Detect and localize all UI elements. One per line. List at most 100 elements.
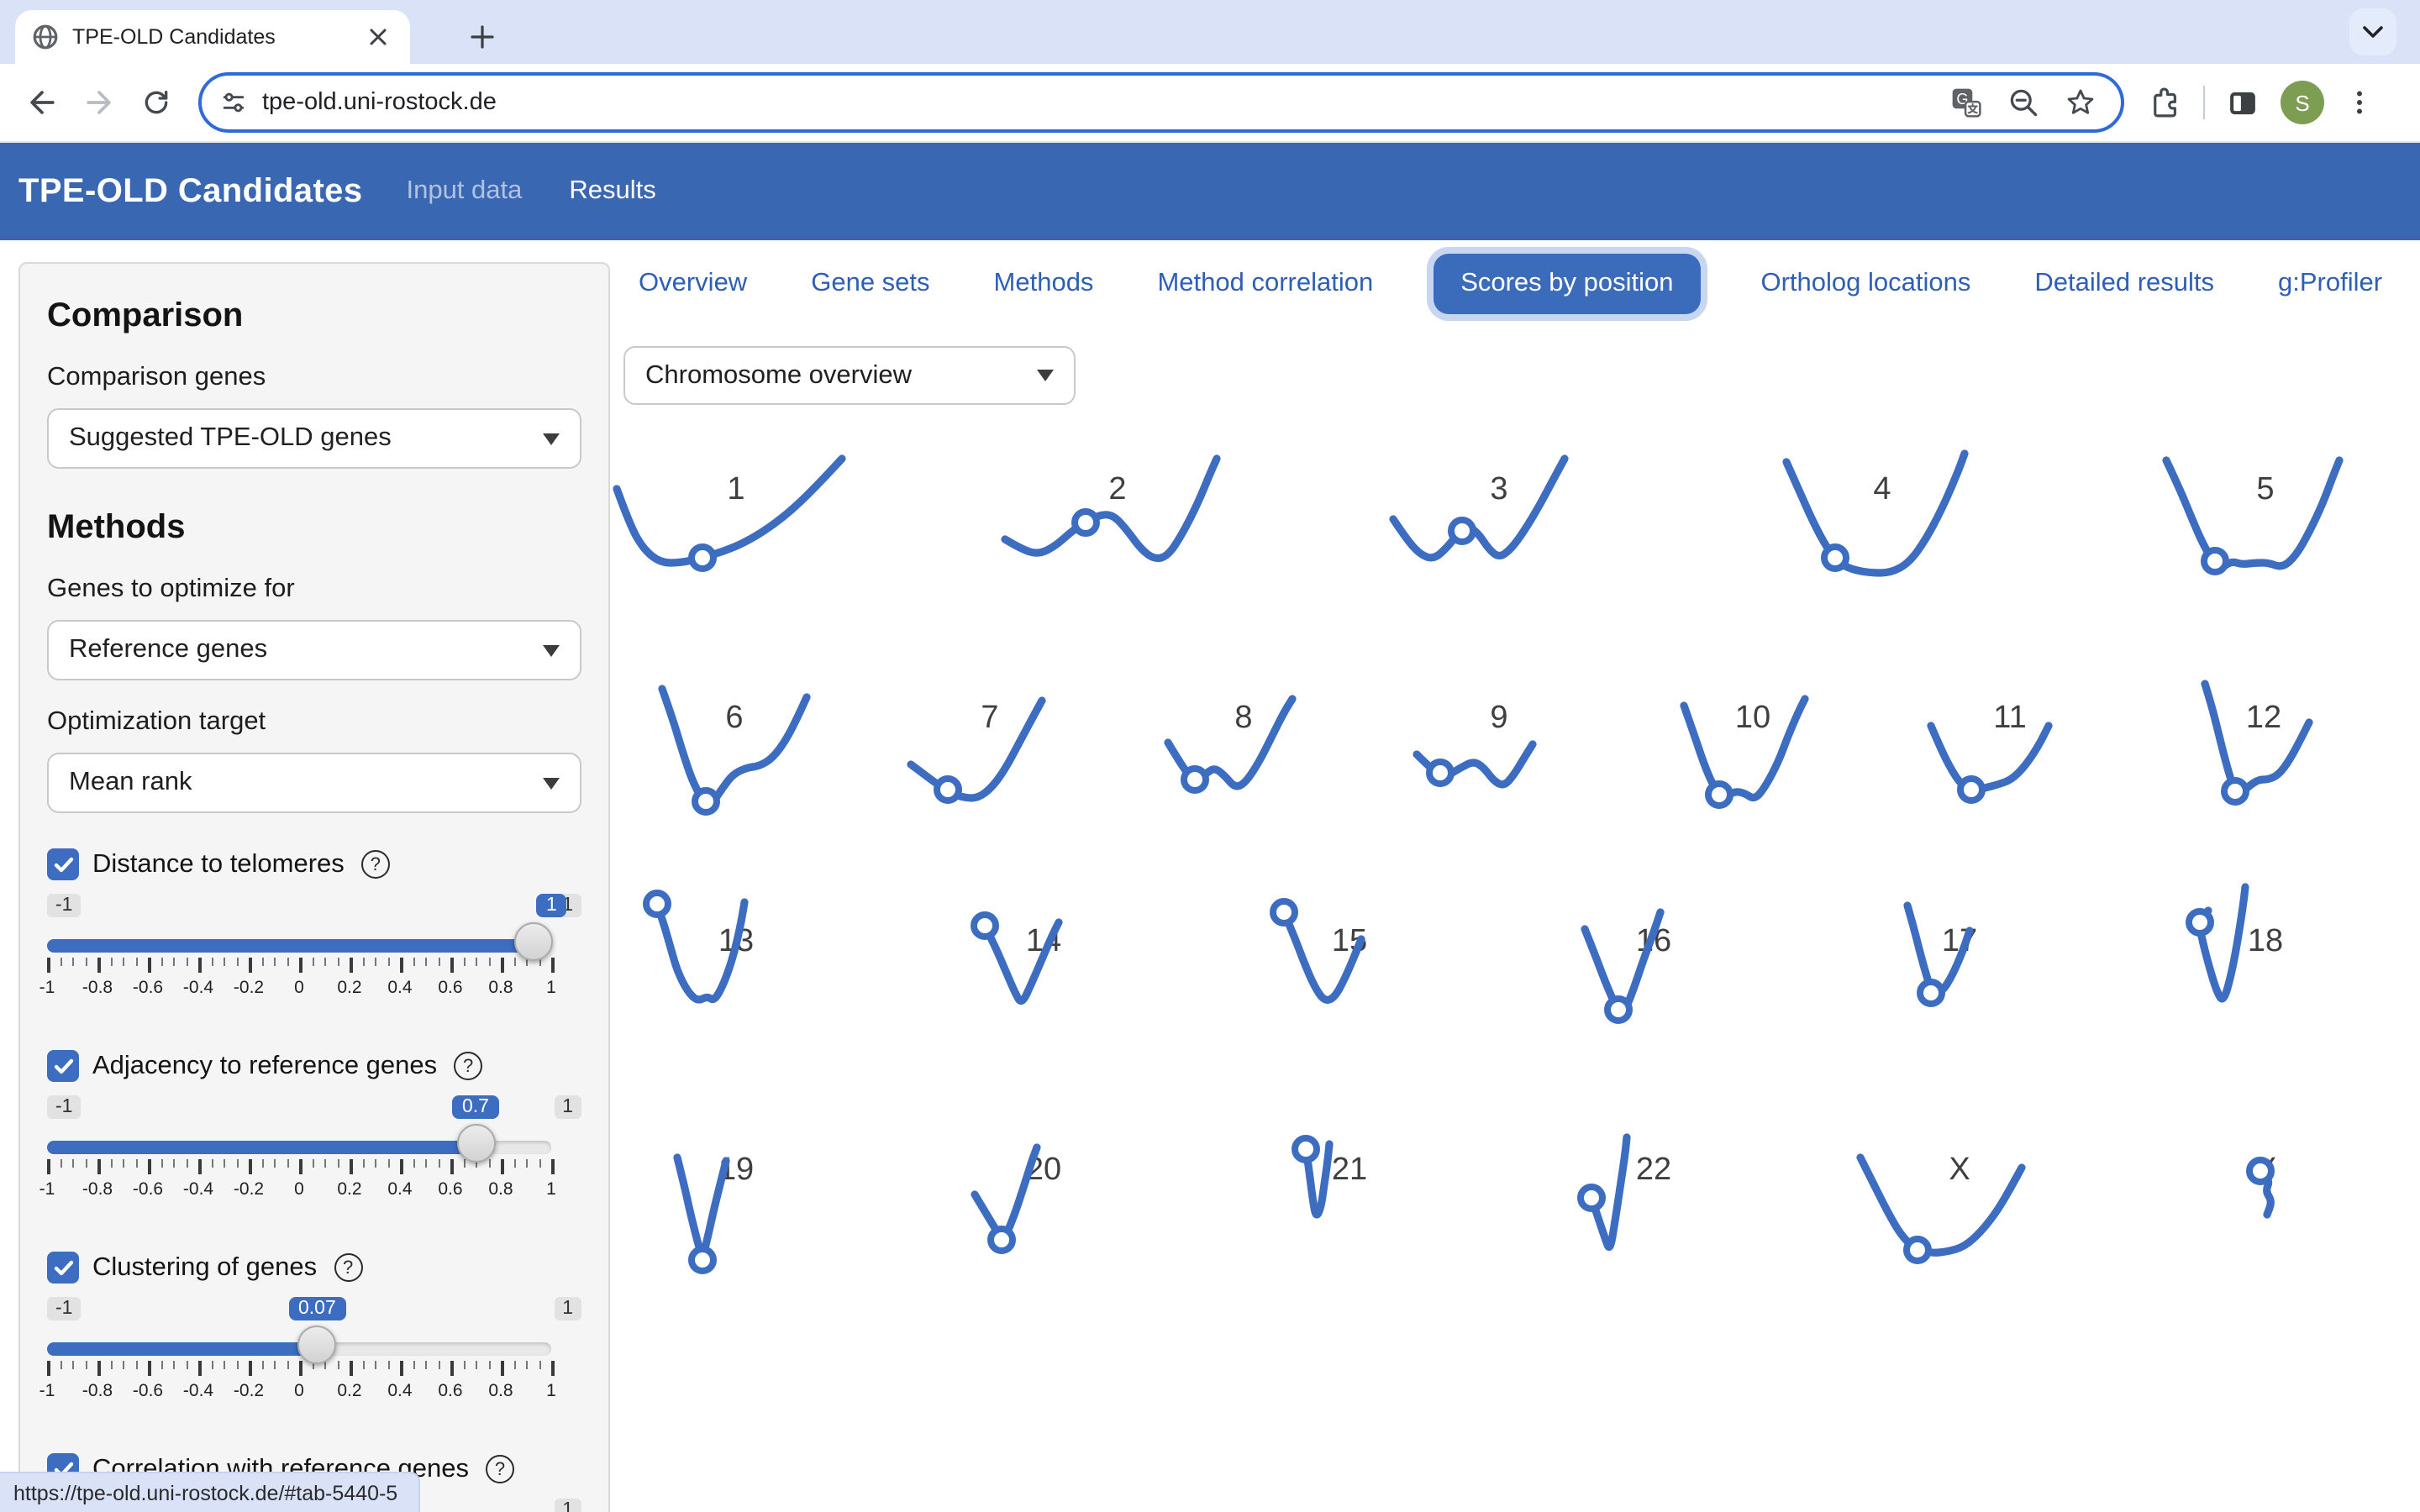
candidate-marker (974, 915, 996, 937)
chromosome-chart-7[interactable]: 7 (864, 680, 1116, 848)
chromosome-chart-14[interactable]: 14 (918, 887, 1170, 1055)
slider-tick (387, 958, 389, 966)
chromosome-chart-22[interactable]: 22 (1528, 1136, 1780, 1304)
chromosome-chart-3[interactable]: 3 (1373, 445, 1625, 613)
slider-tick (85, 1159, 87, 1168)
chromosome-chart-Y[interactable]: Y (2139, 1136, 2391, 1304)
forward-button[interactable] (74, 77, 124, 128)
tab-detailed-results[interactable]: Detailed results (2031, 254, 2217, 314)
slider-tick (362, 1159, 364, 1168)
chromosome-chart-10[interactable]: 10 (1627, 680, 1879, 848)
candidate-marker (1429, 762, 1451, 784)
translate-icon[interactable]: G (1949, 86, 1983, 119)
tab-overview[interactable]: Overview (635, 254, 750, 314)
bookmark-star-icon[interactable] (2064, 86, 2097, 119)
chromosome-chart-17[interactable]: 17 (1833, 887, 2086, 1055)
chromosome-chart-13[interactable]: 13 (610, 887, 862, 1055)
slider-tick (186, 958, 187, 966)
chromosome-view-select[interactable]: Chromosome overview (623, 346, 1076, 405)
chromosome-chart-12[interactable]: 12 (2138, 680, 2390, 848)
tab-ortholog-locations[interactable]: Ortholog locations (1758, 254, 1975, 314)
browser-tab[interactable]: TPE-OLD Candidates (15, 10, 410, 64)
slider-tick (539, 1159, 540, 1168)
chromosome-chart-18[interactable]: 18 (2139, 887, 2391, 1055)
reload-button[interactable] (131, 77, 182, 128)
method-checkbox[interactable] (47, 1252, 79, 1284)
slider-tick (551, 1361, 554, 1376)
chromosome-chart-16[interactable]: 16 (1528, 887, 1780, 1055)
chromosome-chart-21[interactable]: 21 (1223, 1136, 1476, 1304)
url-bar[interactable]: tpe-old.uni-rostock.de G (198, 72, 2124, 133)
chromosome-chart-20[interactable]: 20 (918, 1136, 1170, 1304)
weight-slider[interactable]: -11-1-0.8-0.6-0.4-0.200.20.40.60.810.07 (47, 1297, 581, 1418)
nav-results[interactable]: Results (569, 176, 655, 207)
chromosome-chart-5[interactable]: 5 (2139, 445, 2391, 613)
chromosome-chart-8[interactable]: 8 (1118, 680, 1370, 848)
chromosome-chart-1[interactable]: 1 (610, 445, 862, 613)
slider-tick (110, 958, 112, 966)
slider-tick (324, 958, 326, 966)
slider-handle[interactable] (297, 1326, 336, 1364)
optimize-label: Genes to optimize for (47, 575, 581, 605)
back-button[interactable] (17, 77, 67, 128)
comparison-genes-select[interactable]: Suggested TPE-OLD genes (47, 408, 581, 469)
slider-tick (47, 1159, 50, 1174)
profile-avatar[interactable]: S (2281, 81, 2324, 124)
candidate-marker (646, 893, 668, 915)
tab-methods[interactable]: Methods (991, 254, 1097, 314)
zoom-out-icon[interactable] (2007, 86, 2040, 119)
slider-tick (72, 958, 74, 966)
app-brand[interactable]: TPE-OLD Candidates (18, 172, 362, 211)
candidate-marker (1451, 520, 1473, 542)
chromosome-chart-15[interactable]: 15 (1223, 887, 1476, 1055)
chromosome-chart-19[interactable]: 19 (610, 1136, 862, 1304)
chromosome-chart-6[interactable]: 6 (608, 680, 860, 848)
comparison-heading: Comparison (47, 297, 581, 336)
url-text[interactable]: tpe-old.uni-rostock.de (262, 89, 1949, 116)
optimize-select[interactable]: Reference genes (47, 620, 581, 680)
browser-menu-dots-icon[interactable] (2344, 87, 2375, 118)
chromosome-chart-9[interactable]: 9 (1373, 680, 1625, 848)
tab-gene-sets[interactable]: Gene sets (808, 254, 933, 314)
slider-tick (425, 1159, 427, 1168)
slider-tick (274, 1159, 276, 1168)
method-checkbox[interactable] (47, 1050, 79, 1082)
slider-tick (501, 958, 503, 973)
tab-search-chevron-icon[interactable] (2349, 8, 2396, 55)
tab-close-icon[interactable] (363, 22, 393, 52)
slider-tick (438, 1159, 439, 1168)
slider-tick (60, 1361, 61, 1369)
method-checkbox[interactable] (47, 848, 79, 880)
weight-slider[interactable]: -11-1-0.8-0.6-0.4-0.200.20.40.60.810.7 (47, 1095, 581, 1216)
chromosome-chart-X[interactable]: X (1833, 1136, 2086, 1304)
chromosome-view-value: Chromosome overview (645, 360, 1037, 391)
chromosome-chart-4[interactable]: 4 (1756, 445, 2008, 613)
slider-tick (539, 1361, 540, 1369)
slider-max-label: 1 (554, 1499, 581, 1512)
slider-handle[interactable] (513, 922, 552, 961)
nav-input-data[interactable]: Input data (406, 176, 522, 207)
target-select[interactable]: Mean rank (47, 753, 581, 813)
site-settings-tune-icon[interactable] (218, 87, 249, 118)
help-icon[interactable]: ? (486, 1455, 514, 1483)
new-tab-button[interactable] (460, 15, 504, 59)
tab-g-profiler[interactable]: g:Profiler (2275, 254, 2386, 314)
slider-tick (160, 958, 162, 966)
slider-tick (450, 958, 453, 973)
slider-min-label: -1 (47, 1297, 81, 1320)
help-icon[interactable]: ? (454, 1052, 482, 1080)
chromosome-chart-11[interactable]: 11 (1884, 680, 2136, 848)
slider-handle[interactable] (456, 1124, 495, 1163)
method-block: Adjacency to reference genes?-11-1-0.8-0… (47, 1050, 581, 1216)
slider-tick (425, 1361, 427, 1369)
slider-tick (425, 958, 427, 966)
tab-method-correlation[interactable]: Method correlation (1154, 254, 1376, 314)
help-icon[interactable]: ? (334, 1253, 362, 1282)
chromosome-chart-2[interactable]: 2 (992, 445, 1244, 613)
extensions-puzzle-icon[interactable] (2148, 85, 2183, 120)
help-icon[interactable]: ? (361, 850, 390, 879)
tab-scores-by-position[interactable]: Scores by position (1434, 254, 1700, 314)
weight-slider[interactable]: -11-1-0.8-0.6-0.4-0.200.20.40.60.811 (47, 894, 581, 1015)
side-panel-icon[interactable] (2225, 85, 2260, 120)
slider-tick (261, 958, 263, 966)
